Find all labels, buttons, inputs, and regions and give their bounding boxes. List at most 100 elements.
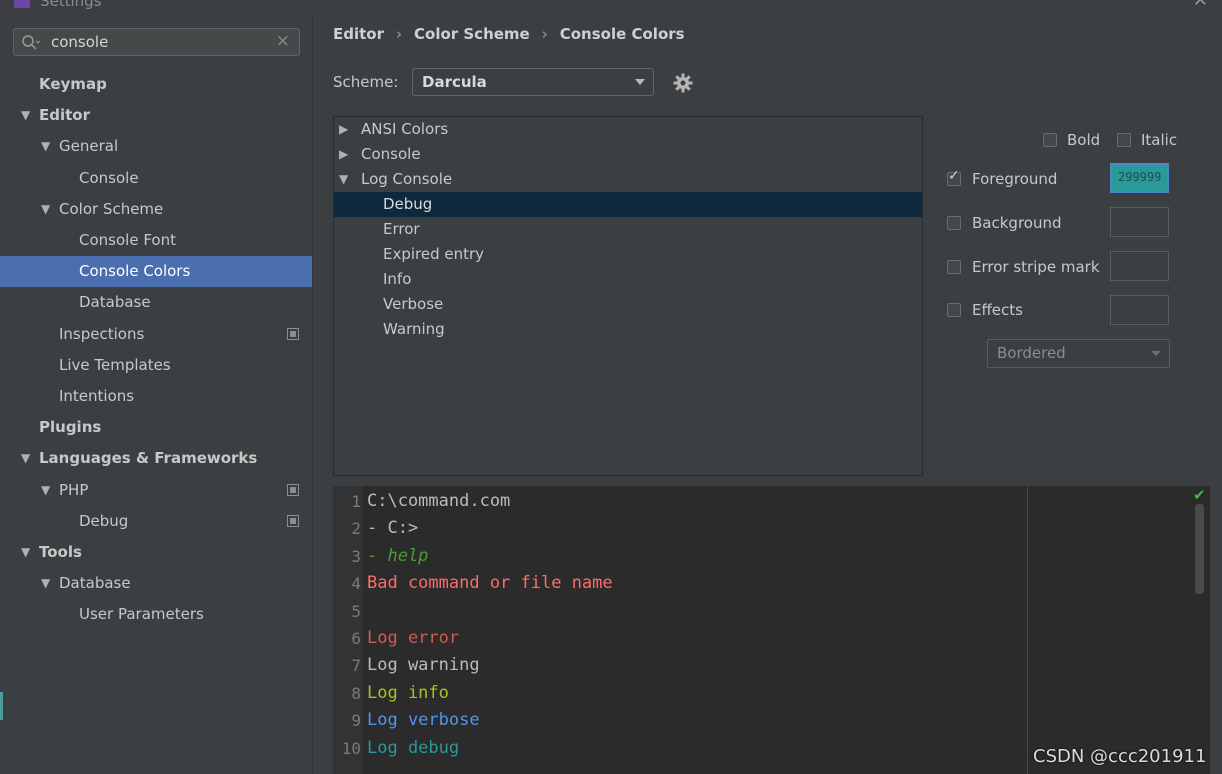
preview-line: 7 Log warning [333, 652, 1210, 679]
sidebar-item[interactable]: ▼ Database [0, 568, 312, 599]
watermark: CSDN @ccc201911 [1033, 746, 1207, 767]
foreground-label: Foreground [972, 170, 1058, 188]
error-stripe-label: Error stripe mark [972, 258, 1100, 276]
sidebar-item[interactable]: Console [0, 163, 312, 194]
expand-toggle-icon[interactable]: ▼ [21, 443, 30, 474]
clear-search-icon[interactable]: × [276, 31, 290, 51]
foreground-color-swatch[interactable]: 299999 [1110, 163, 1169, 193]
expand-toggle-icon[interactable]: ▶ [339, 117, 348, 142]
sidebar-item[interactable]: ▼ General [0, 131, 312, 162]
scheme-dropdown[interactable]: Darcula [412, 68, 654, 96]
italic-checkbox[interactable] [1117, 133, 1131, 147]
chevron-down-icon [1151, 351, 1161, 356]
preview-line: 8 Log info [333, 680, 1210, 707]
color-category-item[interactable]: Warning [334, 317, 922, 342]
sidebar-item[interactable]: Database [0, 287, 312, 318]
error-stripe-color-swatch[interactable] [1110, 251, 1169, 281]
line-number: 1 [351, 492, 361, 511]
background-color-swatch[interactable] [1110, 207, 1169, 237]
sidebar-item-label: Intentions [59, 387, 135, 405]
preview-code: Log info [367, 682, 449, 703]
preview-line: 5 [333, 598, 1210, 625]
expand-toggle-icon[interactable]: ▶ [339, 142, 348, 167]
breadcrumb-editor[interactable]: Editor [333, 25, 384, 43]
search-box[interactable]: × [13, 28, 300, 56]
background-label: Background [972, 214, 1062, 232]
line-number: 7 [351, 656, 361, 676]
sidebar-item[interactable]: ▼ PHP [0, 475, 312, 506]
effects-checkbox[interactable] [947, 303, 961, 317]
foreground-checkbox[interactable] [947, 168, 961, 186]
expand-toggle-icon[interactable]: ▼ [41, 194, 50, 225]
color-category-label: Error [383, 220, 420, 238]
bold-checkbox[interactable] [1043, 133, 1057, 147]
sidebar-item[interactable]: Console Colors [0, 256, 312, 287]
project-settings-icon [287, 328, 299, 340]
line-number: 10 [341, 738, 361, 758]
breadcrumb-console-colors: Console Colors [559, 25, 685, 43]
sidebar-item[interactable]: Intentions [0, 381, 312, 412]
line-number: 3 [351, 546, 361, 566]
sidebar-item-label: Languages & Frameworks [39, 449, 258, 467]
breadcrumb-separator: › [396, 25, 402, 43]
project-settings-icon [287, 484, 299, 496]
sidebar-item[interactable]: Inspections [0, 319, 312, 350]
preview-line: 6 Log error [333, 625, 1210, 652]
color-category-tree[interactable]: ▶ ANSI Colors ▶ Console ▼ Log Console Debug Err… [333, 116, 923, 476]
sidebar-item-label: General [59, 137, 119, 155]
preview-code: - help [367, 545, 429, 566]
color-category-item[interactable]: Info [334, 267, 922, 292]
expand-toggle-icon[interactable]: ▼ [41, 131, 50, 162]
color-preview-editor[interactable]: 1 C:\command.com 2 - C:> 3 - help 4 Bad command… [333, 486, 1210, 774]
effects-color-swatch[interactable] [1110, 295, 1169, 325]
color-category-item[interactable]: Expired entry [334, 242, 922, 267]
line-number: 9 [351, 711, 361, 731]
color-category-label: Console [361, 145, 421, 163]
sidebar-item[interactable]: Live Templates [0, 350, 312, 381]
sidebar-item-label: Editor [39, 106, 90, 124]
color-category-label: Expired entry [383, 245, 485, 263]
color-category-item[interactable]: Verbose [334, 292, 922, 317]
chevron-down-icon [635, 79, 645, 85]
sidebar-item[interactable]: ▼ Color Scheme [0, 194, 312, 225]
sidebar-item[interactable]: ▼ Editor [0, 100, 312, 131]
sidebar-item[interactable]: Keymap [0, 69, 312, 100]
line-number: 8 [351, 683, 361, 703]
expand-toggle-icon[interactable]: ▼ [21, 537, 30, 568]
sidebar-item-label: Database [59, 574, 131, 592]
sidebar-item[interactable]: Console Font [0, 225, 312, 256]
color-category-item[interactable]: Error [334, 217, 922, 242]
vertical-scrollbar[interactable] [1195, 504, 1204, 594]
background-checkbox[interactable] [947, 216, 961, 230]
color-category-item[interactable]: Debug [334, 192, 922, 217]
sidebar-item-label: Console Colors [79, 262, 191, 280]
expand-toggle-icon[interactable]: ▼ [339, 167, 348, 192]
sidebar-item[interactable]: Debug [0, 506, 312, 537]
color-category-item[interactable]: ▼ Log Console [334, 167, 922, 192]
edge-marker [0, 692, 3, 720]
breadcrumb-color-scheme[interactable]: Color Scheme [414, 25, 530, 43]
search-icon [22, 35, 41, 50]
expand-toggle-icon[interactable]: ▼ [21, 100, 30, 131]
expand-toggle-icon[interactable]: ▼ [41, 475, 50, 506]
preview-line: 4 Bad command or file name [333, 570, 1210, 597]
expand-toggle-icon[interactable]: ▼ [41, 568, 50, 599]
color-category-item[interactable]: ▶ Console [334, 142, 922, 167]
effects-type-dropdown[interactable]: Bordered [987, 339, 1170, 368]
preview-line: 1 C:\command.com [333, 488, 1210, 515]
line-number: 2 [351, 519, 361, 539]
sidebar-item[interactable]: ▼ Languages & Frameworks [0, 443, 312, 474]
close-icon[interactable]: ✕ [1193, 0, 1208, 11]
error-stripe-checkbox[interactable] [947, 260, 961, 274]
search-input[interactable] [51, 32, 271, 52]
breadcrumb-separator: › [541, 25, 548, 43]
line-number: 5 [351, 601, 361, 621]
sidebar-item[interactable]: User Parameters [0, 599, 312, 630]
sidebar-item[interactable]: Plugins [0, 412, 312, 443]
color-category-label: Warning [383, 320, 445, 338]
gear-icon[interactable] [673, 73, 693, 93]
sidebar-item[interactable]: ▼ Tools [0, 537, 312, 568]
sidebar-item-label: Console Font [79, 231, 176, 249]
color-category-item[interactable]: ▶ ANSI Colors [334, 117, 922, 142]
color-category-label: Debug [383, 195, 433, 213]
